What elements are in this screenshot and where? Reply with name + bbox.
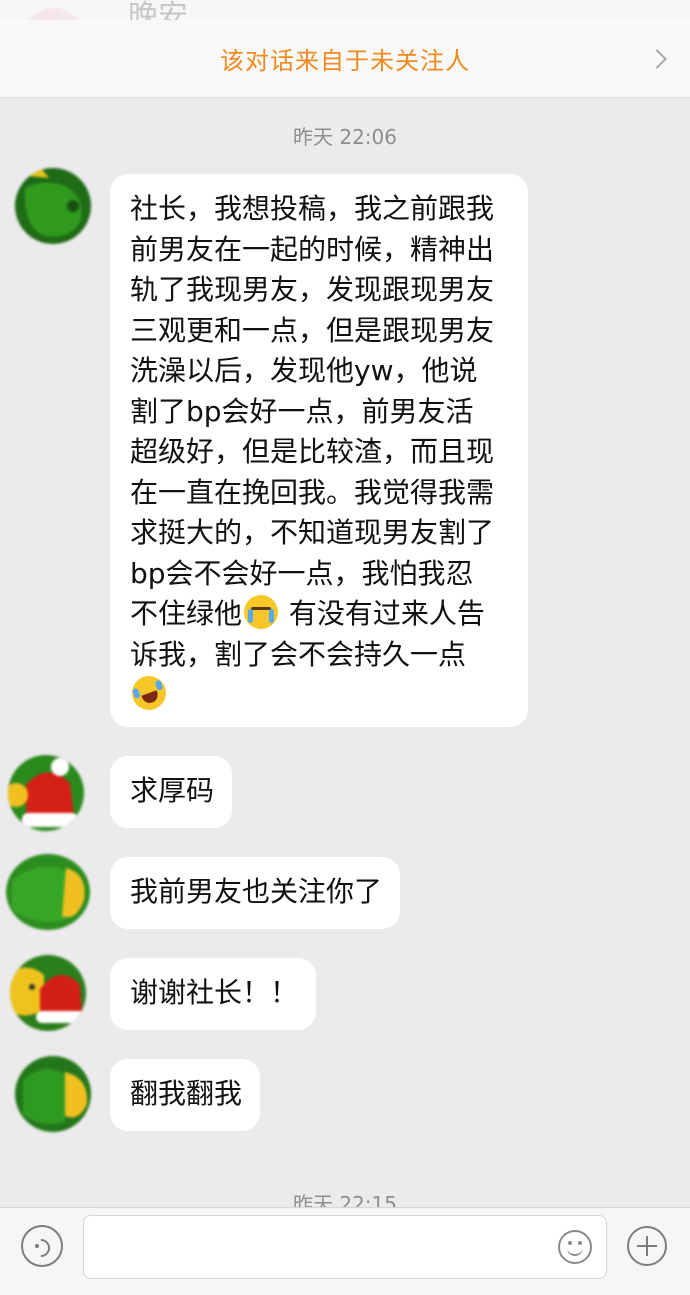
sender-avatar[interactable] — [8, 755, 84, 831]
message-line: 三观更和一点，但是跟现男友 — [130, 313, 495, 347]
message-line: 社长，我想投稿，我之前跟我 — [130, 192, 495, 225]
laughing-face-icon — [127, 671, 171, 715]
message-line: 洗澡以后，发现他yw，他说 — [130, 354, 478, 387]
message-line — [127, 671, 510, 716]
message-line: 割了bp会好一点，前男友活 — [130, 394, 474, 428]
sender-avatar[interactable] — [6, 854, 90, 930]
plus-icon[interactable] — [627, 1226, 667, 1266]
message-text: 我前男友也关注你了 — [130, 875, 383, 908]
message-bubble[interactable]: 我前男友也关注你了 — [110, 857, 401, 929]
message-line: 前男友在一起的时候，精神出 — [130, 232, 495, 266]
voice-icon[interactable] — [21, 1225, 63, 1267]
message-bubble[interactable]: 翻我翻我 — [110, 1059, 261, 1131]
previous-chat-header — [0, 0, 690, 20]
message-text: 求厚码 — [130, 774, 215, 807]
message-text: 翻我翻我 — [130, 1077, 243, 1110]
timestamp: 昨天 22:06 — [293, 125, 397, 149]
message-line: 求挺大的，不知道现男友割了 — [130, 516, 495, 549]
message-bubble[interactable]: 社长，我想投稿，我之前跟我 前男友在一起的时候，精神出 轨了我现男友，发现跟现男… — [110, 174, 528, 727]
message-bubble[interactable]: 求厚码 — [110, 756, 233, 828]
emoji-icon[interactable] — [558, 1230, 592, 1264]
unfollowed-notice-text: 该对话来自于未关注人 — [220, 47, 470, 75]
chevron-right-icon — [647, 48, 667, 69]
message-line: bp会不会好一点，我怕我忍 — [130, 556, 474, 590]
message-bubble[interactable]: 谢谢社长！！ — [110, 958, 317, 1030]
sender-avatar[interactable] — [10, 955, 86, 1031]
message-text: 有没有过来人告 — [280, 597, 485, 630]
message-line: 轨了我现男友，发现跟现男友 — [130, 273, 495, 306]
message-text: 谢谢社长！！ — [130, 976, 299, 1009]
message-line: 在一直在挽回我。我觉得我需 — [130, 475, 495, 509]
message-line: 诉我，割了会不会持久一点 — [130, 637, 467, 671]
unfollowed-notice-banner[interactable]: 该对话来自于未关注人 — [0, 20, 690, 98]
message-line: 超级好，但是比较渣，而且现 — [130, 435, 495, 468]
message-input[interactable] — [83, 1215, 607, 1279]
message-input-bar — [0, 1207, 690, 1295]
sender-avatar[interactable] — [15, 1056, 91, 1132]
crying-face-icon — [244, 595, 279, 629]
sender-avatar[interactable] — [15, 168, 91, 244]
message-line: 不住绿他 有没有过来人告 — [130, 594, 510, 635]
message-text: 不住绿他 — [130, 597, 243, 630]
